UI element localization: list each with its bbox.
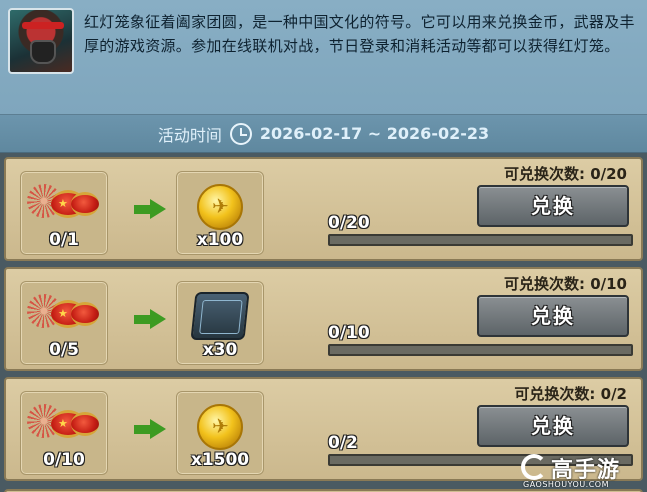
watermark-logo: 高手游 GAOSHOUYOU.COM [521, 452, 641, 490]
exchange-row: ★ 0/5 x30 可兑换次数: 0/10 兑换 0/10 [4, 267, 643, 371]
clock-icon [229, 122, 252, 145]
exchange-list[interactable]: ★ 0/1 ✈ x100 可兑换次数: 0/20 兑换 0/20 ★ 0/5 x… [0, 153, 647, 492]
watermark-domain: GAOSHOUYOU.COM [523, 480, 610, 489]
lantern-cost-slot[interactable]: ★ 0/5 [20, 281, 108, 365]
gold-coin-icon: ✈ [197, 184, 243, 230]
event-time-label: 活动时间 [157, 125, 222, 145]
lantern-cost-qty: 0/5 [49, 340, 79, 360]
progress-label: 0/2 [328, 433, 358, 453]
event-description: 红灯笼象征着阖家团圆，是一种中国文化的符号。它可以用来兑换金币，武器及丰厚的游戏… [84, 13, 635, 55]
exchange-button[interactable]: 兑换 [477, 185, 629, 227]
reward-qty: x100 [196, 230, 244, 250]
soldier-avatar-icon [8, 8, 74, 74]
arrow-right-icon [134, 199, 166, 219]
reward-slot[interactable]: ✈ x100 [176, 171, 264, 255]
lantern-cost-qty: 0/1 [49, 230, 79, 250]
lantern-cost-slot[interactable]: ★ 0/10 [20, 391, 108, 475]
progress-bar [328, 344, 633, 356]
reward-slot[interactable]: ✈ x1500 [176, 391, 264, 475]
reward-qty: x30 [202, 340, 238, 360]
lantern-cost-slot[interactable]: ★ 0/1 [20, 171, 108, 255]
lantern-cost-qty: 0/10 [43, 450, 85, 470]
exchange-button[interactable]: 兑换 [477, 405, 629, 447]
progress-label: 0/20 [328, 213, 370, 233]
exchange-limit: 可兑换次数: 0/10 [503, 275, 627, 293]
exchange-limit: 可兑换次数: 0/2 [514, 385, 627, 403]
arrow-right-icon [134, 309, 166, 329]
event-time-range: 2026-02-17 ~ 2026-02-23 [259, 124, 490, 143]
event-time-bar: 活动时间 2026-02-17 ~ 2026-02-23 [0, 115, 647, 153]
event-description-panel: 红灯笼象征着阖家团圆，是一种中国文化的符号。它可以用来兑换金币，武器及丰厚的游戏… [0, 0, 647, 115]
exchange-limit: 可兑换次数: 0/20 [503, 165, 627, 183]
gas-mask [30, 40, 56, 64]
gaoshouyou-logo-icon [521, 454, 547, 480]
gold-coin-icon: ✈ [197, 404, 243, 450]
progress-bar [328, 234, 633, 246]
red-lantern-icon: ★ [25, 180, 105, 230]
arrow-right-icon [134, 419, 166, 439]
reward-slot[interactable]: x30 [176, 281, 264, 365]
exchange-row: ★ 0/1 ✈ x100 可兑换次数: 0/20 兑换 0/20 [4, 157, 643, 261]
progress-label: 0/10 [328, 323, 370, 343]
headband [22, 22, 64, 29]
red-lantern-icon: ★ [25, 400, 105, 450]
chip-icon [190, 292, 250, 340]
exchange-button[interactable]: 兑换 [477, 295, 629, 337]
reward-qty: x1500 [190, 450, 250, 470]
red-lantern-icon: ★ [25, 290, 105, 340]
